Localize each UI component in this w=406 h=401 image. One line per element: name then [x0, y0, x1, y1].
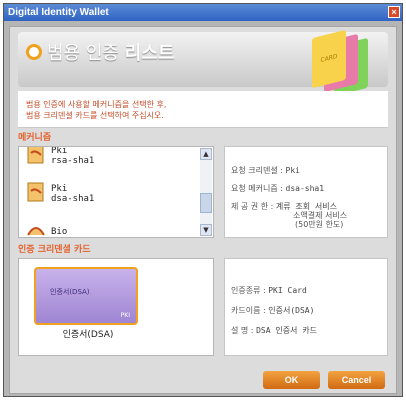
description-row: 설 명 : DSA 인증서 카드	[231, 325, 317, 336]
credential-card-list: 인증서(DSA) PKI 인증서(DSA)	[18, 258, 214, 356]
label: 요청 크리덴셜 :	[231, 166, 283, 175]
requested-mechanism-row: 요청 메커니즘 : dsa-sha1	[231, 183, 324, 194]
value: Pki	[285, 166, 300, 175]
fingerprint-icon	[27, 227, 45, 236]
bullet-icon	[26, 44, 42, 60]
label: 제 공 권 한 :	[231, 202, 274, 211]
card-badge: PKI	[120, 312, 130, 319]
card-caption: 인증서(DSA)	[62, 330, 114, 340]
page-title-prefix: 범용 인증	[47, 43, 119, 64]
value: dsa-sha1	[285, 184, 325, 193]
credential-card[interactable]: 인증서(DSA) PKI	[34, 267, 138, 325]
value: PKI Card	[268, 286, 307, 295]
label: 요청 메커니즘 :	[231, 184, 283, 193]
value: DSA 인증서 카드	[256, 326, 317, 335]
page-title-bold: 리스트	[124, 43, 175, 64]
wallet-window: Digital Identity Wallet × 범용 인증 리스트 CARD…	[3, 3, 403, 397]
label: 카드이름 :	[231, 306, 266, 315]
scroll-up-icon[interactable]: ▲	[200, 148, 212, 160]
card-name-row: 카드이름 : 인증서(DSA)	[231, 305, 314, 316]
scroll-down-icon[interactable]: ▼	[200, 224, 212, 236]
close-button[interactable]: ×	[388, 6, 400, 18]
cancel-button[interactable]: Cancel	[328, 371, 385, 389]
instruction-line-1: 범용 인증에 사용할 메커니즘을 선택한 후,	[26, 100, 167, 109]
cards-illustration: CARD	[300, 29, 385, 97]
mechanism-item-dsa[interactable]: Pki dsa-sha1	[25, 181, 195, 209]
instructions: 범용 인증에 사용할 메커니즘을 선택한 후, 범용 크리덴셜 카드를 선택하여…	[18, 91, 388, 128]
yellow-card-icon: CARD	[312, 29, 346, 89]
label: 설 명 :	[231, 326, 254, 335]
credential-type-row: 인증종류 : PKI Card	[231, 285, 307, 296]
mechanism-name: Pki	[51, 146, 68, 156]
credential-info-box: 인증종류 : PKI Card 카드이름 : 인증서(DSA) 설 명 : DS…	[224, 258, 388, 356]
granted-permission-row-3: (50만원 한도)	[295, 220, 344, 229]
mechanism-item-rsa[interactable]: Pki rsa-sha1	[25, 146, 195, 171]
mechanism-item-bio[interactable]: Bio	[25, 217, 195, 237]
document-icon	[27, 182, 44, 202]
mechanism-detail: rsa-sha1	[51, 156, 95, 166]
mechanism-info-box: 요청 크리덴셜 : Pki 요청 메커니즘 : dsa-sha1 제 공 권 한…	[224, 146, 388, 238]
requested-credential-row: 요청 크리덴셜 : Pki	[231, 165, 300, 176]
mechanism-list: Pki rsa-sha1 Pki dsa-sha1 Bio ▲ ▼	[18, 146, 214, 238]
instruction-line-2: 범용 크리덴셜 카드를 선택하여 주십시오.	[26, 111, 164, 120]
value: 인증서(DSA)	[268, 306, 315, 315]
mechanism-detail: dsa-sha1	[51, 194, 95, 204]
document-icon	[27, 147, 44, 164]
window-title: Digital Identity Wallet	[8, 7, 109, 18]
credential-section-label: 인증 크리덴셜 카드	[18, 245, 91, 255]
scroll-thumb[interactable]	[200, 193, 212, 213]
label: 인증종류 :	[231, 286, 266, 295]
mechanism-section-label: 메커니즘	[18, 133, 52, 143]
mechanism-name: Pki	[51, 184, 68, 194]
card-name: 인증서(DSA)	[50, 288, 90, 296]
main-panel: 범용 인증 리스트 CARD 범용 인증에 사용할 메커니즘을 선택한 후, 범…	[9, 26, 397, 394]
mechanism-scrollbar[interactable]: ▲ ▼	[200, 148, 212, 236]
mechanism-name: Bio	[51, 227, 68, 237]
title-bar: Digital Identity Wallet ×	[4, 4, 402, 21]
ok-button[interactable]: OK	[263, 371, 320, 389]
page-title: 범용 인증 리스트	[47, 39, 174, 65]
